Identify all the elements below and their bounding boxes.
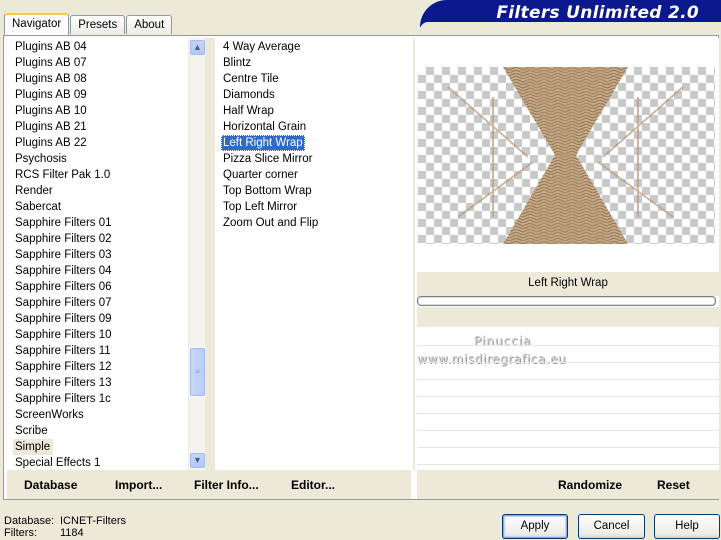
param-header xyxy=(417,307,719,327)
category-item[interactable]: Plugins AB 22 xyxy=(13,135,90,151)
progress-bar xyxy=(417,296,716,306)
filter-name-bar: Left Right Wrap xyxy=(417,272,719,296)
filter-item[interactable]: Centre Tile xyxy=(221,71,281,87)
category-item[interactable]: Plugins AB 21 xyxy=(13,119,90,135)
category-list[interactable]: Plugins AB 04 Plugins AB 07 Plugins AB 08 P… xyxy=(7,38,205,470)
filter-item[interactable]: Horizontal Grain xyxy=(221,119,308,135)
database-button[interactable]: Database xyxy=(24,478,77,492)
category-scrollbar[interactable]: ▲ ≡ ▼ xyxy=(188,38,205,470)
parameter-area: Pinuccia www.misdiregrafica.eu xyxy=(417,328,719,470)
tab-about[interactable]: About xyxy=(126,15,173,34)
category-item[interactable]: Scribe xyxy=(13,423,51,439)
filter-item[interactable]: Quarter corner xyxy=(221,167,300,183)
database-value: ICNET-Filters xyxy=(60,515,126,527)
category-item[interactable]: Plugins AB 08 xyxy=(13,71,90,87)
filters-status: Filters: 1184 xyxy=(4,527,84,539)
filter-list[interactable]: 4 Way Average Blintz Centre Tile Diamonds Ha… xyxy=(215,38,411,470)
category-item[interactable]: Sapphire Filters 09 xyxy=(13,311,115,327)
filters-label: Filters: xyxy=(4,527,37,539)
filter-info-button[interactable]: Filter Info... xyxy=(194,478,259,492)
import-button[interactable]: Import... xyxy=(115,478,162,492)
filter-item[interactable]: Zoom Out and Flip xyxy=(221,215,320,231)
toolbar-left: Database Import... Filter Info... Editor… xyxy=(7,470,411,499)
selected-filter-name: Left Right Wrap xyxy=(528,277,608,289)
filter-item[interactable]: Top Left Mirror xyxy=(221,199,299,215)
filter-item[interactable]: Blintz xyxy=(221,55,253,71)
category-item[interactable]: Sapphire Filters 06 xyxy=(13,279,115,295)
category-item[interactable]: Sapphire Filters 02 xyxy=(13,231,115,247)
tab-presets[interactable]: Presets xyxy=(70,15,126,34)
scroll-up-icon[interactable]: ▲ xyxy=(190,40,205,55)
category-item[interactable]: Plugins AB 10 xyxy=(13,103,90,119)
reset-button[interactable]: Reset xyxy=(657,478,690,492)
help-button[interactable]: Help xyxy=(654,514,720,539)
parameter-row-separator xyxy=(417,464,719,465)
app-title: Filters Unlimited 2.0 xyxy=(496,3,699,23)
category-item[interactable]: Sapphire Filters 11 xyxy=(13,343,114,359)
parameter-row-separator xyxy=(417,379,719,380)
category-item[interactable]: Sapphire Filters 12 xyxy=(13,359,115,375)
tab-navigator[interactable]: Navigator xyxy=(4,13,70,35)
category-item[interactable]: RCS Filter Pak 1.0 xyxy=(13,167,113,183)
randomize-button[interactable]: Randomize xyxy=(558,478,622,492)
category-item[interactable]: ScreenWorks xyxy=(13,407,87,423)
scroll-down-icon[interactable]: ▼ xyxy=(190,453,205,468)
filter-item[interactable]: 4 Way Average xyxy=(221,39,302,55)
filter-item[interactable]: Pizza Slice Mirror xyxy=(221,151,314,167)
editor-button[interactable]: Editor... xyxy=(291,478,335,492)
toolbar-right: Randomize Reset xyxy=(417,470,719,499)
category-item[interactable]: Simple xyxy=(13,439,54,455)
parameter-row-separator xyxy=(417,362,719,363)
parameter-row-separator xyxy=(417,430,719,431)
category-item[interactable]: Sapphire Filters 1c xyxy=(13,391,114,407)
parameter-row-separator xyxy=(417,396,719,397)
preview-pattern xyxy=(447,67,684,244)
parameter-row-separator xyxy=(417,413,719,414)
filter-item[interactable]: Left Right Wrap xyxy=(221,135,305,151)
category-item[interactable]: Sapphire Filters 10 xyxy=(13,327,115,343)
category-item[interactable]: Sapphire Filters 03 xyxy=(13,247,115,263)
category-item[interactable]: Sapphire Filters 13 xyxy=(13,375,115,391)
title-banner: Filters Unlimited 2.0 xyxy=(420,0,721,27)
preview-image xyxy=(418,67,715,244)
tab-bar: Navigator Presets About xyxy=(4,12,173,35)
database-label: Database: xyxy=(4,515,55,527)
category-item[interactable]: Plugins AB 07 xyxy=(13,55,90,71)
watermark-url: www.misdiregrafica.eu xyxy=(417,352,567,366)
filter-item[interactable]: Half Wrap xyxy=(221,103,276,119)
category-item[interactable]: Render xyxy=(13,183,56,199)
filter-item[interactable]: Diamonds xyxy=(221,87,277,103)
parameter-row-separator xyxy=(417,447,719,448)
category-item[interactable]: Plugins AB 04 xyxy=(13,39,90,55)
list-divider xyxy=(205,38,215,470)
filter-item[interactable]: Top Bottom Wrap xyxy=(221,183,314,199)
apply-button[interactable]: Apply xyxy=(502,514,568,539)
filters-count: 1184 xyxy=(60,527,84,539)
category-item[interactable]: Plugins AB 09 xyxy=(13,87,90,103)
parameter-row-separator xyxy=(417,345,719,346)
category-item[interactable]: Psychosis xyxy=(13,151,70,167)
cancel-button[interactable]: Cancel xyxy=(578,514,645,539)
category-item[interactable]: Sapphire Filters 04 xyxy=(13,263,115,279)
database-status: Database: ICNET-Filters xyxy=(4,515,126,527)
category-item[interactable]: Sapphire Filters 01 xyxy=(13,215,115,231)
category-item[interactable]: Special Effects 1 xyxy=(13,455,103,470)
category-item[interactable]: Sabercat xyxy=(13,199,64,215)
category-item[interactable]: Sapphire Filters 07 xyxy=(13,295,115,311)
scroll-thumb[interactable]: ≡ xyxy=(190,348,205,396)
